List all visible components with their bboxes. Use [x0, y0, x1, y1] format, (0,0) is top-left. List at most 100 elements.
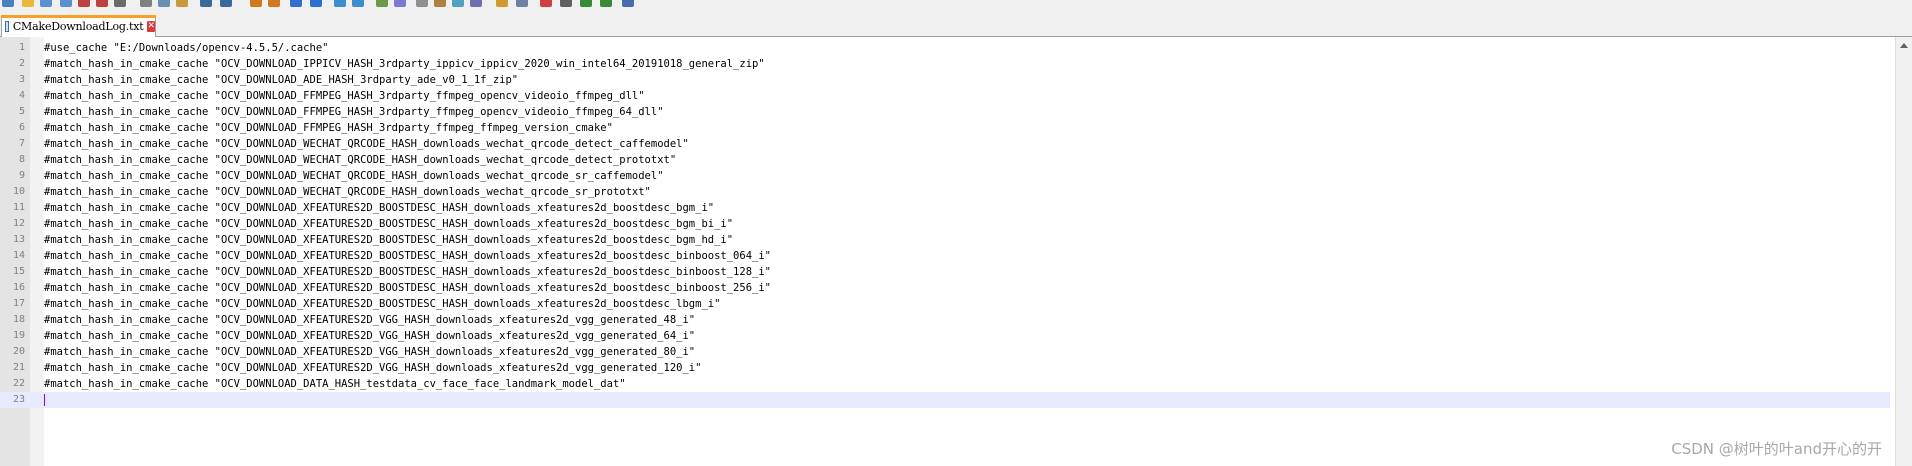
editor-line[interactable]: 18 #match_hash_in_cmake_cache "OCV_DOWNLO… [0, 312, 1890, 328]
editor-line[interactable]: 3 #match_hash_in_cmake_cache "OCV_DOWNLOA… [0, 72, 1890, 88]
line-text[interactable]: #match_hash_in_cmake_cache "OCV_DOWNLOAD… [44, 184, 651, 200]
editor-line[interactable]: 12 #match_hash_in_cmake_cache "OCV_DOWNLO… [0, 216, 1890, 232]
play-multiple-icon[interactable] [600, 0, 612, 7]
editor-line[interactable]: 22 #match_hash_in_cmake_cache "OCV_DOWNLO… [0, 376, 1890, 392]
text-caret [44, 394, 45, 406]
line-text[interactable]: #match_hash_in_cmake_cache "OCV_DOWNLOAD… [44, 328, 695, 344]
monitor-icon[interactable] [516, 0, 528, 7]
close-icon[interactable] [78, 0, 90, 7]
zoom-in-icon[interactable] [290, 0, 302, 7]
editor-line[interactable]: 13 #match_hash_in_cmake_cache "OCV_DOWNLO… [0, 232, 1890, 248]
copy-icon[interactable] [158, 0, 170, 7]
editor[interactable]: 1 #use_cache "E:/Downloads/opencv-4.5.5/.… [0, 37, 1912, 466]
print-icon[interactable] [114, 0, 126, 7]
line-number: 9 [18, 170, 25, 181]
line-text[interactable]: #match_hash_in_cmake_cache "OCV_DOWNLOAD… [44, 360, 701, 376]
line-number: 18 [12, 314, 25, 325]
line-text[interactable]: #match_hash_in_cmake_cache "OCV_DOWNLOAD… [44, 120, 613, 136]
line-number: 11 [12, 202, 25, 213]
paste-icon[interactable] [176, 0, 188, 7]
indent-guide-icon[interactable] [416, 0, 428, 7]
open-folder-icon[interactable] [22, 0, 34, 7]
line-text[interactable]: #match_hash_in_cmake_cache "OCV_DOWNLOAD… [44, 104, 664, 120]
new-file-icon[interactable] [2, 0, 14, 7]
editor-line[interactable]: 7 #match_hash_in_cmake_cache "OCV_DOWNLOA… [0, 136, 1890, 152]
text-area[interactable]: 1 #use_cache "E:/Downloads/opencv-4.5.5/.… [0, 40, 1890, 408]
close-all-icon[interactable] [96, 0, 108, 7]
editor-line[interactable]: 23 [0, 392, 1890, 408]
play-icon[interactable] [580, 0, 592, 7]
editor-line[interactable]: 20 #match_hash_in_cmake_cache "OCV_DOWNLO… [0, 344, 1890, 360]
line-text[interactable]: #match_hash_in_cmake_cache "OCV_DOWNLOAD… [44, 72, 518, 88]
sync-h-icon[interactable] [352, 0, 364, 7]
editor-line[interactable]: 21 #match_hash_in_cmake_cache "OCV_DOWNLO… [0, 360, 1890, 376]
line-text[interactable]: #match_hash_in_cmake_cache "OCV_DOWNLOAD… [44, 56, 765, 72]
line-number: 16 [12, 282, 25, 293]
editor-line[interactable]: 2 #match_hash_in_cmake_cache "OCV_DOWNLOA… [0, 56, 1890, 72]
line-text[interactable]: #match_hash_in_cmake_cache "OCV_DOWNLOAD… [44, 248, 771, 264]
editor-line[interactable]: 11 #match_hash_in_cmake_cache "OCV_DOWNLO… [0, 200, 1890, 216]
line-number: 6 [18, 122, 25, 133]
watermark: CSDN @树叶的叶and开心的开 [1671, 440, 1882, 458]
editor-line[interactable]: 9 #match_hash_in_cmake_cache "OCV_DOWNLOA… [0, 168, 1890, 184]
editor-line[interactable]: 5 #match_hash_in_cmake_cache "OCV_DOWNLOA… [0, 104, 1890, 120]
line-text[interactable]: #match_hash_in_cmake_cache "OCV_DOWNLOAD… [44, 200, 714, 216]
find-icon[interactable] [250, 0, 262, 7]
line-text[interactable]: #match_hash_in_cmake_cache "OCV_DOWNLOAD… [44, 376, 626, 392]
line-text[interactable]: #match_hash_in_cmake_cache "OCV_DOWNLOAD… [44, 232, 733, 248]
line-text[interactable]: #use_cache "E:/Downloads/opencv-4.5.5/.c… [44, 40, 328, 56]
doc-map-icon[interactable] [452, 0, 464, 7]
line-text[interactable]: #match_hash_in_cmake_cache "OCV_DOWNLOAD… [44, 216, 733, 232]
function-list-icon[interactable] [470, 0, 482, 7]
zoom-out-icon[interactable] [310, 0, 322, 7]
line-text[interactable]: #match_hash_in_cmake_cache "OCV_DOWNLOAD… [44, 264, 771, 280]
word-wrap-icon[interactable] [376, 0, 388, 7]
line-number: 2 [18, 58, 25, 69]
editor-line[interactable]: 8 #match_hash_in_cmake_cache "OCV_DOWNLOA… [0, 152, 1890, 168]
line-number: 13 [12, 234, 25, 245]
scroll-up-arrow-icon[interactable] [1900, 43, 1908, 48]
editor-line[interactable]: 4 #match_hash_in_cmake_cache "OCV_DOWNLOA… [0, 88, 1890, 104]
line-text[interactable]: #match_hash_in_cmake_cache "OCV_DOWNLOAD… [44, 296, 720, 312]
close-tab-icon[interactable]: ✕ [147, 21, 155, 32]
stop-icon[interactable] [560, 0, 572, 7]
vertical-scrollbar[interactable] [1895, 37, 1912, 466]
editor-line[interactable]: 6 #match_hash_in_cmake_cache "OCV_DOWNLOA… [0, 120, 1890, 136]
line-text[interactable]: #match_hash_in_cmake_cache "OCV_DOWNLOAD… [44, 136, 689, 152]
editor-line[interactable]: 15 #match_hash_in_cmake_cache "OCV_DOWNLO… [0, 264, 1890, 280]
editor-line[interactable]: 17 #match_hash_in_cmake_cache "OCV_DOWNLO… [0, 296, 1890, 312]
editor-line[interactable]: 16 #match_hash_in_cmake_cache "OCV_DOWNLO… [0, 280, 1890, 296]
tab-label: CMakeDownloadLog.txt [12, 20, 144, 33]
sync-v-icon[interactable] [334, 0, 346, 7]
line-text[interactable]: #match_hash_in_cmake_cache "OCV_DOWNLOAD… [44, 152, 676, 168]
udl-icon[interactable] [434, 0, 446, 7]
line-number: 3 [18, 74, 25, 85]
toolbar [0, 0, 1912, 11]
line-number: 7 [18, 138, 25, 149]
editor-line[interactable]: 10 #match_hash_in_cmake_cache "OCV_DOWNLO… [0, 184, 1890, 200]
record-icon[interactable] [540, 0, 552, 7]
save-icon[interactable] [40, 0, 52, 7]
undo-icon[interactable] [200, 0, 212, 7]
line-text[interactable]: #match_hash_in_cmake_cache "OCV_DOWNLOAD… [44, 168, 664, 184]
cut-icon[interactable] [140, 0, 152, 7]
save-macro-icon[interactable] [622, 0, 634, 7]
editor-line[interactable]: 14 #match_hash_in_cmake_cache "OCV_DOWNLO… [0, 248, 1890, 264]
line-text[interactable]: #match_hash_in_cmake_cache "OCV_DOWNLOAD… [44, 344, 695, 360]
line-number: 21 [12, 362, 25, 373]
line-number: 15 [12, 266, 25, 277]
tab-bar: CMakeDownloadLog.txt ✕ [0, 11, 1912, 37]
line-text[interactable]: #match_hash_in_cmake_cache "OCV_DOWNLOAD… [44, 312, 695, 328]
redo-icon[interactable] [220, 0, 232, 7]
all-chars-icon[interactable] [394, 0, 406, 7]
line-text[interactable]: #match_hash_in_cmake_cache "OCV_DOWNLOAD… [44, 88, 645, 104]
line-number: 4 [18, 90, 25, 101]
file-saved-icon [5, 21, 9, 32]
editor-line[interactable]: 19 #match_hash_in_cmake_cache "OCV_DOWNLO… [0, 328, 1890, 344]
tab-cmakedownloadlog[interactable]: CMakeDownloadLog.txt ✕ [1, 15, 156, 37]
line-text[interactable]: #match_hash_in_cmake_cache "OCV_DOWNLOAD… [44, 280, 771, 296]
editor-line[interactable]: 1 #use_cache "E:/Downloads/opencv-4.5.5/.… [0, 40, 1890, 56]
save-all-icon[interactable] [60, 0, 72, 7]
folder-workspace-icon[interactable] [496, 0, 508, 7]
replace-icon[interactable] [268, 0, 280, 7]
